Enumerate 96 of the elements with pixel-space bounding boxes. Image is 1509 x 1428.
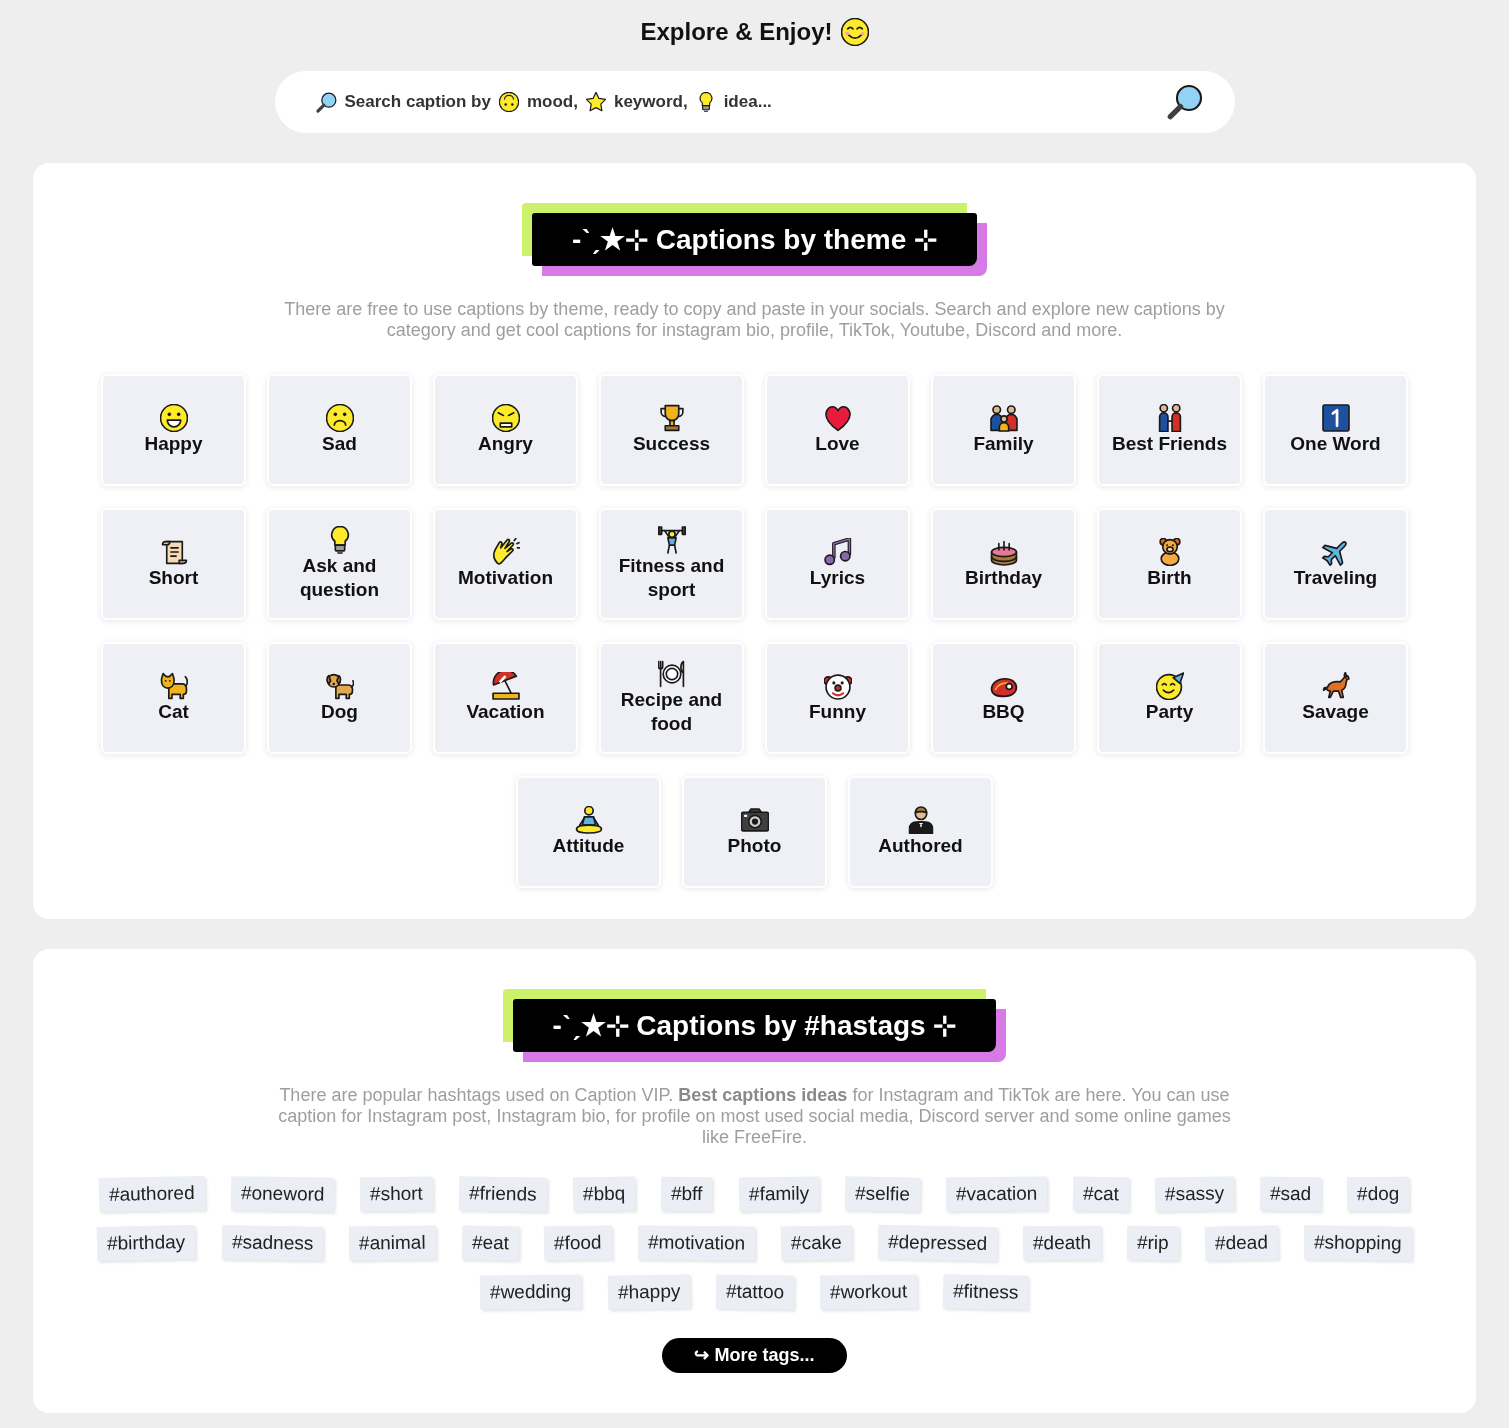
page-title: Explore & Enjoy!	[640, 18, 833, 46]
hashtag-link[interactable]: #happy	[607, 1274, 691, 1310]
animal-icon	[1321, 672, 1350, 700]
category-tile[interactable]: Ask and question	[267, 508, 412, 620]
category-tile[interactable]: Vacation	[433, 642, 578, 754]
hashtag-link[interactable]: #vacation	[945, 1176, 1048, 1212]
hashtag-link[interactable]: #food	[544, 1225, 613, 1261]
upside-down-face-icon	[498, 92, 519, 112]
hashtag-link[interactable]: #sassy	[1154, 1176, 1235, 1212]
beach-umbrella-icon	[491, 672, 520, 700]
hashtag-link[interactable]: #dead	[1204, 1225, 1279, 1261]
hashtag-link[interactable]: #selfie	[844, 1176, 920, 1212]
airplane-icon	[1321, 538, 1350, 566]
category-tile[interactable]: Short	[101, 508, 246, 620]
party-face-icon	[1155, 672, 1184, 700]
category-tile[interactable]: Love	[765, 374, 910, 486]
heart-icon	[823, 404, 852, 432]
category-tile[interactable]: Sad	[267, 374, 412, 486]
camera-icon	[740, 806, 769, 834]
scroll-icon	[159, 538, 188, 566]
category-tile[interactable]: BBQ	[931, 642, 1076, 754]
person-in-tuxedo-icon	[906, 806, 935, 834]
category-tile[interactable]: Lyrics	[765, 508, 910, 620]
hashtag-link[interactable]: #workout	[819, 1274, 918, 1310]
category-tile[interactable]: Birthday	[931, 508, 1076, 620]
weightlifter-icon	[657, 526, 686, 554]
hashtag-link[interactable]: #animal	[348, 1225, 436, 1261]
dog-icon	[325, 672, 354, 700]
hashtag-link[interactable]: #friends	[459, 1176, 548, 1212]
cat-icon	[159, 672, 188, 700]
hashtag-link[interactable]: #rip	[1127, 1225, 1180, 1261]
search-icon	[315, 91, 337, 113]
more-tags-button[interactable]: ↪ More tags...	[662, 1338, 847, 1373]
section-title: -ˋˏ★⊹ Captions by #hastags ⊹	[512, 999, 997, 1052]
hashtag-link[interactable]: #wedding	[480, 1274, 582, 1310]
hashtag-link[interactable]: #dog	[1347, 1176, 1410, 1212]
placeholder-text: Search caption by	[344, 91, 491, 114]
category-tile[interactable]: Savage	[1263, 642, 1408, 754]
search-field[interactable]: Search caption by mood, keyword, idea...	[274, 71, 1235, 133]
category-tile[interactable]: Motivation	[433, 508, 578, 620]
category-tile[interactable]: Funny	[765, 642, 910, 754]
category-tile[interactable]: Attitude	[516, 776, 661, 888]
category-tile[interactable]: Dog	[267, 642, 412, 754]
category-tile[interactable]: Success	[599, 374, 744, 486]
star-icon	[585, 92, 606, 112]
angry-face-icon	[491, 404, 520, 432]
hashtag-link[interactable]: #cat	[1072, 1176, 1130, 1212]
category-tile[interactable]: Fitness and sport	[599, 508, 744, 620]
hand-icon	[491, 538, 520, 566]
trophy-icon	[657, 404, 686, 432]
search-icon[interactable]	[1166, 84, 1203, 120]
plate-cutlery-icon	[657, 660, 686, 688]
category-tile[interactable]: Cat	[101, 642, 246, 754]
hashtag-link[interactable]: #eat	[461, 1225, 519, 1261]
category-tile[interactable]: Authored	[848, 776, 993, 888]
hashtag-link[interactable]: #sad	[1259, 1176, 1322, 1212]
section-title: -ˋˏ★⊹ Captions by theme ⊹	[532, 213, 977, 266]
cake-icon	[989, 538, 1018, 566]
category-tile[interactable]: Angry	[433, 374, 578, 486]
hashtag-link[interactable]: #tattoo	[715, 1274, 795, 1310]
category-tile[interactable]: Party	[1097, 642, 1242, 754]
category-tile[interactable]: Photo	[682, 776, 827, 888]
hashtag-link[interactable]: #short	[360, 1176, 434, 1212]
keycap-icon	[1321, 404, 1350, 432]
hashtag-link[interactable]: #authored	[99, 1175, 206, 1213]
category-tile[interactable]: Birth	[1097, 508, 1242, 620]
hashtag-link[interactable]: #bbq	[572, 1176, 636, 1212]
hashtag-link[interactable]: #family	[738, 1176, 819, 1212]
hashtag-link[interactable]: #motivation	[637, 1225, 756, 1261]
category-tile[interactable]: Recipe and food	[599, 642, 744, 754]
category-tile[interactable]: Family	[931, 374, 1076, 486]
grinning-face-icon	[159, 404, 188, 432]
hashtag-link[interactable]: #birthday	[97, 1225, 196, 1261]
section-description: There are free to use captions by theme, ready to copy and paste in your socials. Search and explore new captions by category and get cool captions for instagram bio, profile, TikTok, Youtube, Discord and more.	[283, 299, 1226, 341]
hashtag-link[interactable]: #oneword	[230, 1176, 335, 1212]
frowning-face-icon	[325, 404, 354, 432]
family-icon	[989, 404, 1018, 432]
clown-face-icon	[823, 672, 852, 700]
hashtag-link[interactable]: #death	[1023, 1225, 1102, 1261]
section-description: There are popular hashtags used on Caption VIP. Best captions ideas for Instagram and TikTok are here. You can use caption for Instagram post, Instagram bio, for profile on most used social media, Discord server and some online games like FreeFire.	[277, 1085, 1232, 1148]
smiling-face-icon	[840, 18, 869, 46]
hashtag-link[interactable]: #fitness	[942, 1274, 1029, 1310]
hashtag-link[interactable]: #depressed	[877, 1224, 998, 1262]
category-tile[interactable]: Best Friends	[1097, 374, 1242, 486]
category-tile[interactable]: Traveling	[1263, 508, 1408, 620]
hashtag-link[interactable]: #bff	[661, 1176, 713, 1212]
meditating-person-icon	[574, 806, 603, 834]
placeholder-text: keyword,	[613, 91, 688, 114]
category-tile[interactable]: One Word	[1263, 374, 1408, 486]
placeholder-text: mood,	[526, 91, 578, 114]
hashtag-link[interactable]: #shopping	[1303, 1225, 1412, 1261]
category-tile[interactable]: Happy	[101, 374, 246, 486]
hashtag-link[interactable]: #cake	[780, 1225, 853, 1261]
hashtag-link[interactable]: #sadness	[221, 1225, 324, 1261]
placeholder-text: idea...	[723, 91, 772, 114]
music-note-icon	[823, 538, 852, 566]
